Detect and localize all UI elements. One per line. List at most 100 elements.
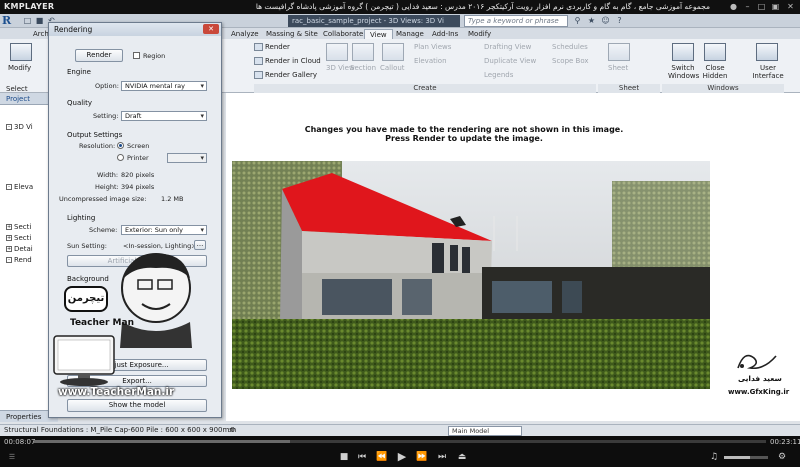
- status-bar: Structural Foundations : M_Pile Cap-600 …: [0, 424, 800, 436]
- screen-radio[interactable]: [117, 142, 124, 149]
- application-menu-icon[interactable]: R: [2, 15, 18, 27]
- close-hidden-icon[interactable]: [704, 43, 726, 61]
- seek-bar[interactable]: [34, 440, 766, 443]
- render-button[interactable]: Render: [75, 49, 123, 62]
- scheme-label: Scheme:: [89, 226, 118, 234]
- subscription-icon[interactable]: ★: [586, 15, 597, 27]
- document-title: rac_basic_sample_project - 3D Views: 3D …: [288, 15, 460, 27]
- tab-view[interactable]: View: [364, 29, 393, 39]
- teacherman-url: www.TeacherMan.ir: [58, 386, 175, 398]
- help-icon[interactable]: ?: [614, 15, 625, 27]
- render-ribbon-button[interactable]: Render: [254, 43, 290, 51]
- save-icon[interactable]: ■: [34, 15, 45, 27]
- collapse-icon[interactable]: -: [6, 257, 12, 263]
- callout-icon[interactable]: [382, 43, 404, 61]
- switch-windows-icon[interactable]: [672, 43, 694, 61]
- panel-create-title: Create: [254, 84, 596, 93]
- callout-label: Callout: [380, 64, 405, 72]
- scope-box-button[interactable]: Scope Box: [552, 57, 589, 65]
- engine-select[interactable]: NVIDIA mental ray: [121, 81, 207, 91]
- restore-icon[interactable]: □: [756, 2, 767, 12]
- scheme-select[interactable]: Exterior: Sun only: [121, 225, 207, 235]
- modify-icon[interactable]: [10, 43, 32, 61]
- collapse-icon[interactable]: -: [6, 184, 12, 190]
- properties-label: Properties: [6, 413, 42, 421]
- render-gallery-button[interactable]: Render Gallery: [254, 71, 317, 79]
- revit-window: R □ ■ ↶ rac_basic_sample_project - 3D Vi…: [0, 14, 800, 436]
- eject-icon[interactable]: ⏏: [456, 451, 468, 463]
- active-model-select[interactable]: Main Model: [448, 426, 522, 436]
- teacherman-persian-logo: تیچرمن: [64, 286, 108, 312]
- width-label: Width:: [97, 171, 119, 179]
- render-outdated-message: Changes you have made to the rendering a…: [232, 125, 696, 143]
- expand-icon[interactable]: +: [6, 235, 12, 241]
- fast-forward-icon[interactable]: ⏩: [416, 451, 428, 463]
- pin-icon[interactable]: ●: [728, 2, 739, 12]
- legends-button[interactable]: Legends: [484, 71, 513, 79]
- 3d-view-icon[interactable]: [326, 43, 348, 61]
- elevation-button[interactable]: Elevation: [414, 57, 447, 65]
- play-icon[interactable]: ▶: [396, 451, 408, 463]
- printer-radio[interactable]: [117, 154, 124, 161]
- volume-icon[interactable]: ♫: [708, 451, 720, 463]
- width-value: 820 pixels: [121, 171, 155, 179]
- dialog-close-icon[interactable]: ✕: [203, 24, 219, 34]
- show-model-button[interactable]: Show the model: [67, 399, 207, 412]
- close-icon[interactable]: ✕: [785, 2, 796, 12]
- tab-collaborate[interactable]: Collaborate: [318, 29, 368, 39]
- switch-windows-label: Switch Windows: [668, 64, 700, 80]
- expand-icon[interactable]: +: [6, 224, 12, 230]
- region-checkbox[interactable]: [133, 52, 140, 59]
- section-icon[interactable]: [352, 43, 374, 61]
- total-time: 00:23:11: [770, 438, 800, 446]
- render-cloud-button[interactable]: Render in Cloud: [254, 57, 321, 65]
- search-icon[interactable]: ⚲: [572, 15, 583, 27]
- settings-icon[interactable]: ⚙: [776, 451, 788, 463]
- expand-icon[interactable]: +: [6, 246, 12, 252]
- tree-item-renderings[interactable]: - Rend: [6, 256, 32, 264]
- height-label: Height:: [95, 183, 119, 191]
- duplicate-view-button[interactable]: Duplicate View: [484, 57, 536, 65]
- tree-item-elevations[interactable]: - Eleva: [6, 183, 33, 191]
- tab-add-ins[interactable]: Add-Ins: [427, 29, 463, 39]
- volume-level: [724, 456, 751, 459]
- previous-icon[interactable]: ⏮: [356, 451, 368, 463]
- player-title-bar: KMPLAYER مجموعه آموزشی جامع ، گام به گام…: [0, 0, 800, 14]
- open-icon[interactable]: □: [22, 15, 33, 27]
- tab-modify[interactable]: Modify: [463, 29, 496, 39]
- option-label: Option:: [95, 82, 119, 90]
- select-dropdown[interactable]: Select: [6, 85, 28, 93]
- tree-item-sections-1[interactable]: + Secti: [6, 223, 31, 231]
- gfxking-signature-logo: [737, 354, 777, 370]
- next-icon[interactable]: ⏭: [436, 451, 448, 463]
- volume-slider[interactable]: [724, 456, 768, 459]
- gfxking-author: سعید فدایی: [738, 374, 782, 383]
- render-gallery-label: Render Gallery: [265, 71, 318, 79]
- drafting-view-button[interactable]: Drafting View: [484, 43, 531, 51]
- tree-item-3d-views[interactable]: -3D Vi: [6, 123, 33, 131]
- panel-sheet-composition-title: Sheet Composition: [598, 84, 660, 101]
- quality-select[interactable]: Draft: [121, 111, 207, 121]
- tree-item-details[interactable]: + Detai: [6, 245, 33, 253]
- sheet-label: Sheet: [608, 64, 629, 72]
- stop-icon[interactable]: ■: [338, 451, 350, 463]
- maximize-icon[interactable]: ▣: [770, 2, 781, 12]
- close-hidden-label: Close Hidden: [702, 64, 728, 80]
- collapse-icon[interactable]: -: [6, 124, 12, 130]
- tab-analyze[interactable]: Analyze: [226, 29, 264, 39]
- dialog-title: Rendering: [49, 23, 221, 36]
- user-interface-icon[interactable]: [756, 43, 778, 61]
- rewind-icon[interactable]: ⏪: [376, 451, 388, 463]
- plan-views-button[interactable]: Plan Views: [414, 43, 451, 51]
- minimize-icon[interactable]: –: [742, 2, 753, 12]
- tree-item-sections-2[interactable]: + Secti: [6, 234, 31, 242]
- height-value: 394 pixels: [121, 183, 155, 191]
- search-input[interactable]: Type a keyword or phrase: [464, 15, 568, 27]
- tab-massing-site[interactable]: Massing & Site: [261, 29, 323, 39]
- sheet-icon[interactable]: [608, 43, 630, 61]
- printer-dpi-select[interactable]: [167, 153, 207, 163]
- schedules-button[interactable]: Schedules: [552, 43, 588, 51]
- tab-manage[interactable]: Manage: [391, 29, 429, 39]
- render-cloud-label: Render in Cloud: [265, 57, 321, 65]
- sign-in-icon[interactable]: ☺: [600, 15, 611, 27]
